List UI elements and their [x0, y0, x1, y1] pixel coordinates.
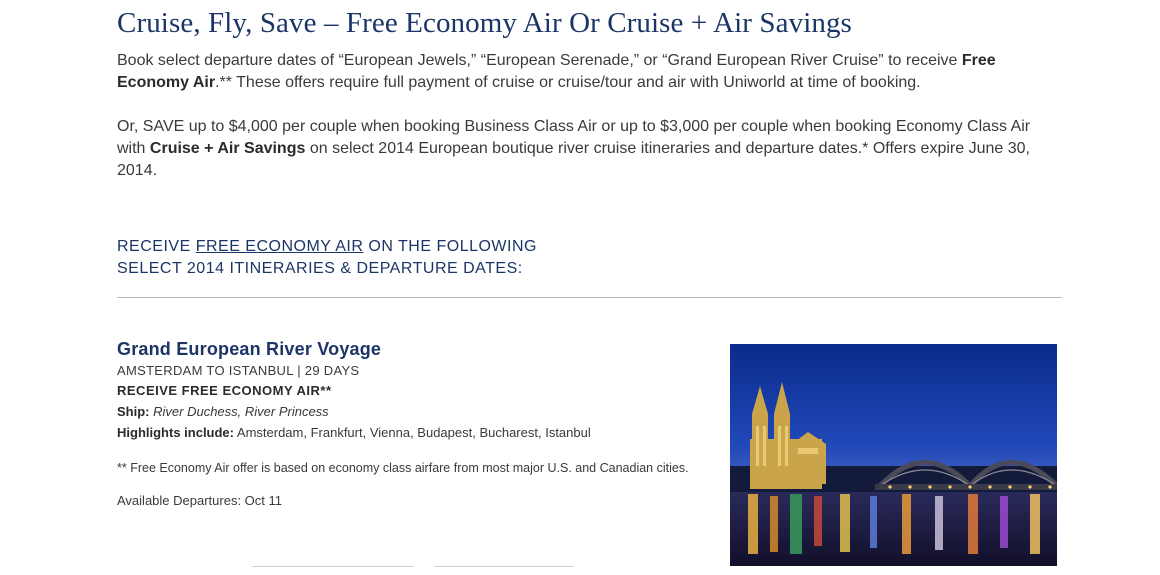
economy-air-footnote: ** Free Economy Air offer is based on ec…: [117, 461, 689, 475]
ship-label: Ship:: [117, 404, 150, 419]
free-economy-air-link[interactable]: FREE ECONOMY AIR: [196, 238, 364, 255]
voyage-name: Grand European River Voyage: [117, 339, 382, 359]
ship-value: River Duchess, River Princess: [153, 404, 329, 419]
cruise-air-savings-bold: Cruise + Air Savings: [149, 140, 306, 157]
receive-heading: RECEIVE FREE ECONOMY AIR ON THE FOLLOWIN…: [117, 236, 537, 280]
highlights-line: Highlights include: Amsterdam, Frankfurt…: [117, 422, 717, 443]
receive-heading-suffix: ON THE FOLLOWING: [363, 238, 537, 255]
available-departures: Available Departures: Oct 11: [117, 493, 282, 508]
page-title: Cruise, Fly, Save – Free Economy Air Or …: [117, 7, 852, 39]
cologne-cathedral-bridge-night-photo: [730, 344, 1057, 566]
section-divider: [117, 297, 1062, 298]
highlights-value: Amsterdam, Frankfurt, Vienna, Budapest, …: [236, 425, 591, 440]
intro-p1-text-a: Book select departure dates of “European…: [117, 52, 962, 69]
intro-p1-text-b: .** These offers require full payment of…: [215, 74, 921, 91]
intro-paragraph-2: Or, SAVE up to $4,000 per couple when bo…: [117, 116, 1052, 182]
action-button-stub-right[interactable]: [434, 566, 574, 575]
intro-text: Book select departure dates of “European…: [117, 50, 1052, 182]
voyage-offer: RECEIVE FREE ECONOMY AIR**: [117, 383, 332, 398]
receive-heading-prefix: RECEIVE: [117, 238, 196, 255]
intro-paragraph-1: Book select departure dates of “European…: [117, 50, 1052, 94]
voyage-card: Grand European River Voyage AMSTERDAM TO…: [117, 337, 717, 511]
highlights-label: Highlights include:: [117, 425, 234, 440]
action-button-stub-left[interactable]: [252, 566, 414, 575]
voyage-route: AMSTERDAM TO ISTANBUL | 29 DAYS: [117, 363, 360, 378]
receive-heading-line2: SELECT 2014 ITINERARIES & DEPARTURE DATE…: [117, 260, 523, 277]
ship-line: Ship: River Duchess, River Princess: [117, 401, 717, 422]
